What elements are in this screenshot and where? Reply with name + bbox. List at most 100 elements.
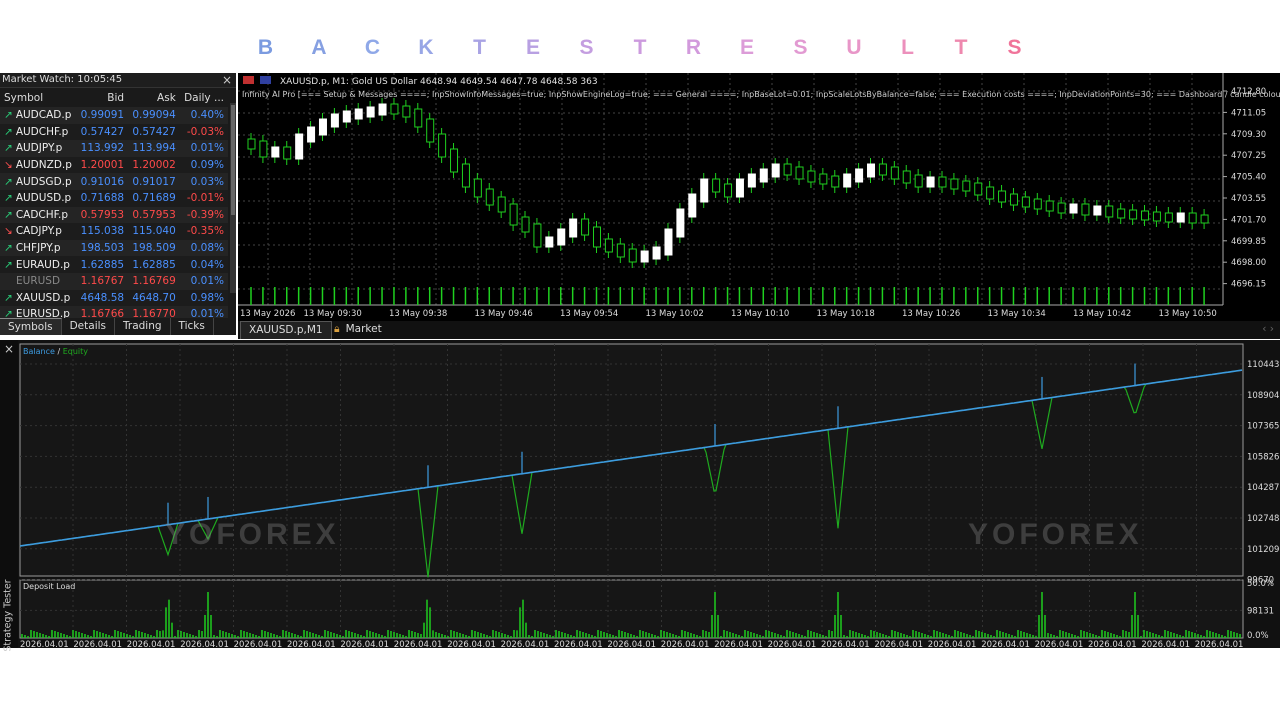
price-chart[interactable]: XAUUSD.p, M1: Gold US Dollar 4648.94 464… [238, 73, 1280, 323]
arrow-up-icon: ↗ [4, 125, 13, 138]
candle-body [867, 163, 876, 178]
market-watch-scrollbar[interactable] [230, 103, 236, 293]
column-header-ask[interactable]: Ask [128, 88, 180, 107]
time-label: 13 May 10:18 [817, 309, 875, 319]
market-watch-row[interactable]: EURUSD 1.16767 1.16769 0.01% [0, 272, 228, 290]
banner-letter: A [311, 36, 327, 59]
close-icon[interactable]: × [222, 73, 232, 87]
candle-body [283, 146, 292, 160]
banner-letter: T [473, 36, 486, 59]
tab-trading[interactable]: Trading [115, 318, 171, 335]
price-label: 4709.30 [1231, 130, 1266, 140]
chart-tabs: XAUUSD.p,M1 🔒︎ Market ‹ › [238, 321, 1280, 339]
date-label: 2026.04.01 [234, 640, 283, 648]
market-watch-row[interactable]: ↗ EURAUD.p 1.62885 1.62885 0.04% [0, 256, 228, 273]
candle-body [569, 218, 578, 238]
market-watch-title: Market Watch: 10:05:45 × [0, 73, 236, 88]
candle-body [1045, 200, 1054, 212]
tab-ticks[interactable]: Ticks [171, 318, 214, 335]
equity-y-label: 110443 [1247, 360, 1279, 370]
market-watch-title-text: Market Watch: 10:05:45 [2, 74, 123, 85]
banner-letter: T [633, 36, 647, 59]
market-watch-row[interactable]: ↗ AUDUSD.p 0.71688 0.71689 -0.01% [0, 189, 228, 207]
candle-body [926, 176, 935, 188]
candle-body [330, 113, 339, 128]
tab-scroll-arrows[interactable]: ‹ › [1262, 321, 1274, 338]
symbol-name: AUDUSD.p [15, 192, 72, 205]
close-icon[interactable]: × [4, 342, 14, 356]
tester-side-bar: × Strategy Tester [0, 340, 18, 652]
candle-body [735, 178, 744, 198]
candle-body [533, 223, 542, 248]
market-watch-tabs: Symbols Details Trading Ticks [0, 318, 236, 335]
price-label: 4701.70 [1231, 215, 1266, 225]
daily-change-cell: 0.04% [190, 258, 224, 271]
candle-body [914, 174, 923, 188]
market-watch-row[interactable]: ↗ AUDSGD.p 0.91016 0.91017 0.03% [0, 173, 228, 190]
candle-body [485, 188, 494, 206]
market-watch-row[interactable]: ↗ AUDCHF.p 0.57427 0.57427 -0.03% [0, 123, 228, 141]
ask-cell: 0.57953 [132, 208, 176, 221]
candle-body [1093, 205, 1102, 216]
candle-body [438, 133, 447, 158]
market-watch-row[interactable]: ↘ AUDNZD.p 1.20001 1.20002 0.09% [0, 156, 228, 174]
market-watch-row[interactable]: ↗ CADCHF.p 0.57953 0.57953 -0.39% [0, 206, 228, 224]
market-watch-row[interactable]: ↗ AUDJPY.p 113.992 113.994 0.01% [0, 140, 228, 157]
ask-cell: 113.994 [132, 142, 176, 155]
candle-body [390, 103, 399, 115]
daily-change-cell: -0.01% [186, 192, 224, 205]
arrow-up-icon: ↗ [4, 192, 13, 205]
price-label: 4698.00 [1231, 258, 1266, 268]
tab-market[interactable]: 🔒︎ Market [334, 321, 382, 338]
date-label: 2026.04.01 [661, 640, 710, 648]
candle-body [843, 173, 852, 188]
candle-body [366, 106, 375, 118]
daily-change-cell: 0.40% [190, 109, 224, 122]
symbol-name: AUDJPY.p [15, 142, 63, 155]
lock-icon: 🔒︎ [334, 323, 340, 335]
ask-cell: 0.91017 [132, 175, 176, 188]
market-watch-row[interactable]: ↗ AUDCAD.p 0.99091 0.99094 0.40% [0, 107, 228, 124]
banner-letter: L [901, 36, 914, 59]
equity-y-label: 105826 [1247, 452, 1279, 462]
tab-symbols[interactable]: Symbols [0, 318, 62, 335]
market-watch-table: Symbol Bid Ask Daily ... ↗ AUDCAD.p 0.9909… [0, 88, 228, 323]
column-header-symbol[interactable]: Symbol [0, 88, 76, 107]
date-label: 2026.04.01 [768, 640, 817, 648]
candlestick-chart[interactable]: XAUUSD.p, M1: Gold US Dollar 4648.94 464… [238, 73, 1280, 323]
market-watch-row[interactable]: ↗ XAUUSD.p 4648.58 4648.70 0.98% [0, 289, 228, 307]
banner-letter: E [525, 36, 540, 59]
column-header-daily[interactable]: Daily ... [180, 88, 228, 107]
flag-icon [243, 76, 254, 84]
time-label: 13 May 10:34 [988, 309, 1046, 319]
time-label: 13 May 10:10 [731, 309, 789, 319]
symbol-cell: ↗ AUDSGD.p [0, 173, 76, 190]
banner-letter: U [846, 36, 862, 59]
banner-letter: S [793, 36, 808, 59]
candle-body [1069, 203, 1078, 214]
symbol-name: AUDSGD.p [15, 175, 72, 188]
banner-letter: T [954, 36, 968, 59]
candle-body [342, 110, 351, 123]
daily-change-cell: 0.08% [190, 242, 224, 255]
candle-body [700, 178, 709, 203]
candle-body [259, 140, 268, 158]
column-header-bid[interactable]: Bid [76, 88, 128, 107]
symbol-cell: ↘ AUDNZD.p [0, 157, 76, 174]
candle-body [1021, 196, 1030, 208]
candle-body [557, 228, 566, 246]
arrow-up-icon: ↗ [4, 208, 13, 221]
candle-body [783, 163, 792, 176]
date-label: 2026.04.01 [821, 640, 870, 648]
market-watch-row[interactable]: ↘ CADJPY.p 115.038 115.040 -0.35% [0, 223, 228, 240]
candle-body [1141, 210, 1150, 221]
arrow-up-icon: ↗ [4, 291, 13, 304]
banner-letter: R [685, 36, 702, 59]
symbol-cell: ↗ AUDCHF.p [0, 124, 76, 141]
tab-details[interactable]: Details [62, 318, 115, 335]
market-watch-panel: Market Watch: 10:05:45 × Symbol Bid Ask … [0, 73, 236, 335]
date-label: 2026.04.01 [1141, 640, 1190, 648]
candle-body [450, 148, 459, 173]
tab-xauusd-m1[interactable]: XAUUSD.p,M1 [240, 321, 332, 339]
market-watch-row[interactable]: ↗ CHFJPY.p 198.503 198.509 0.08% [0, 239, 228, 257]
